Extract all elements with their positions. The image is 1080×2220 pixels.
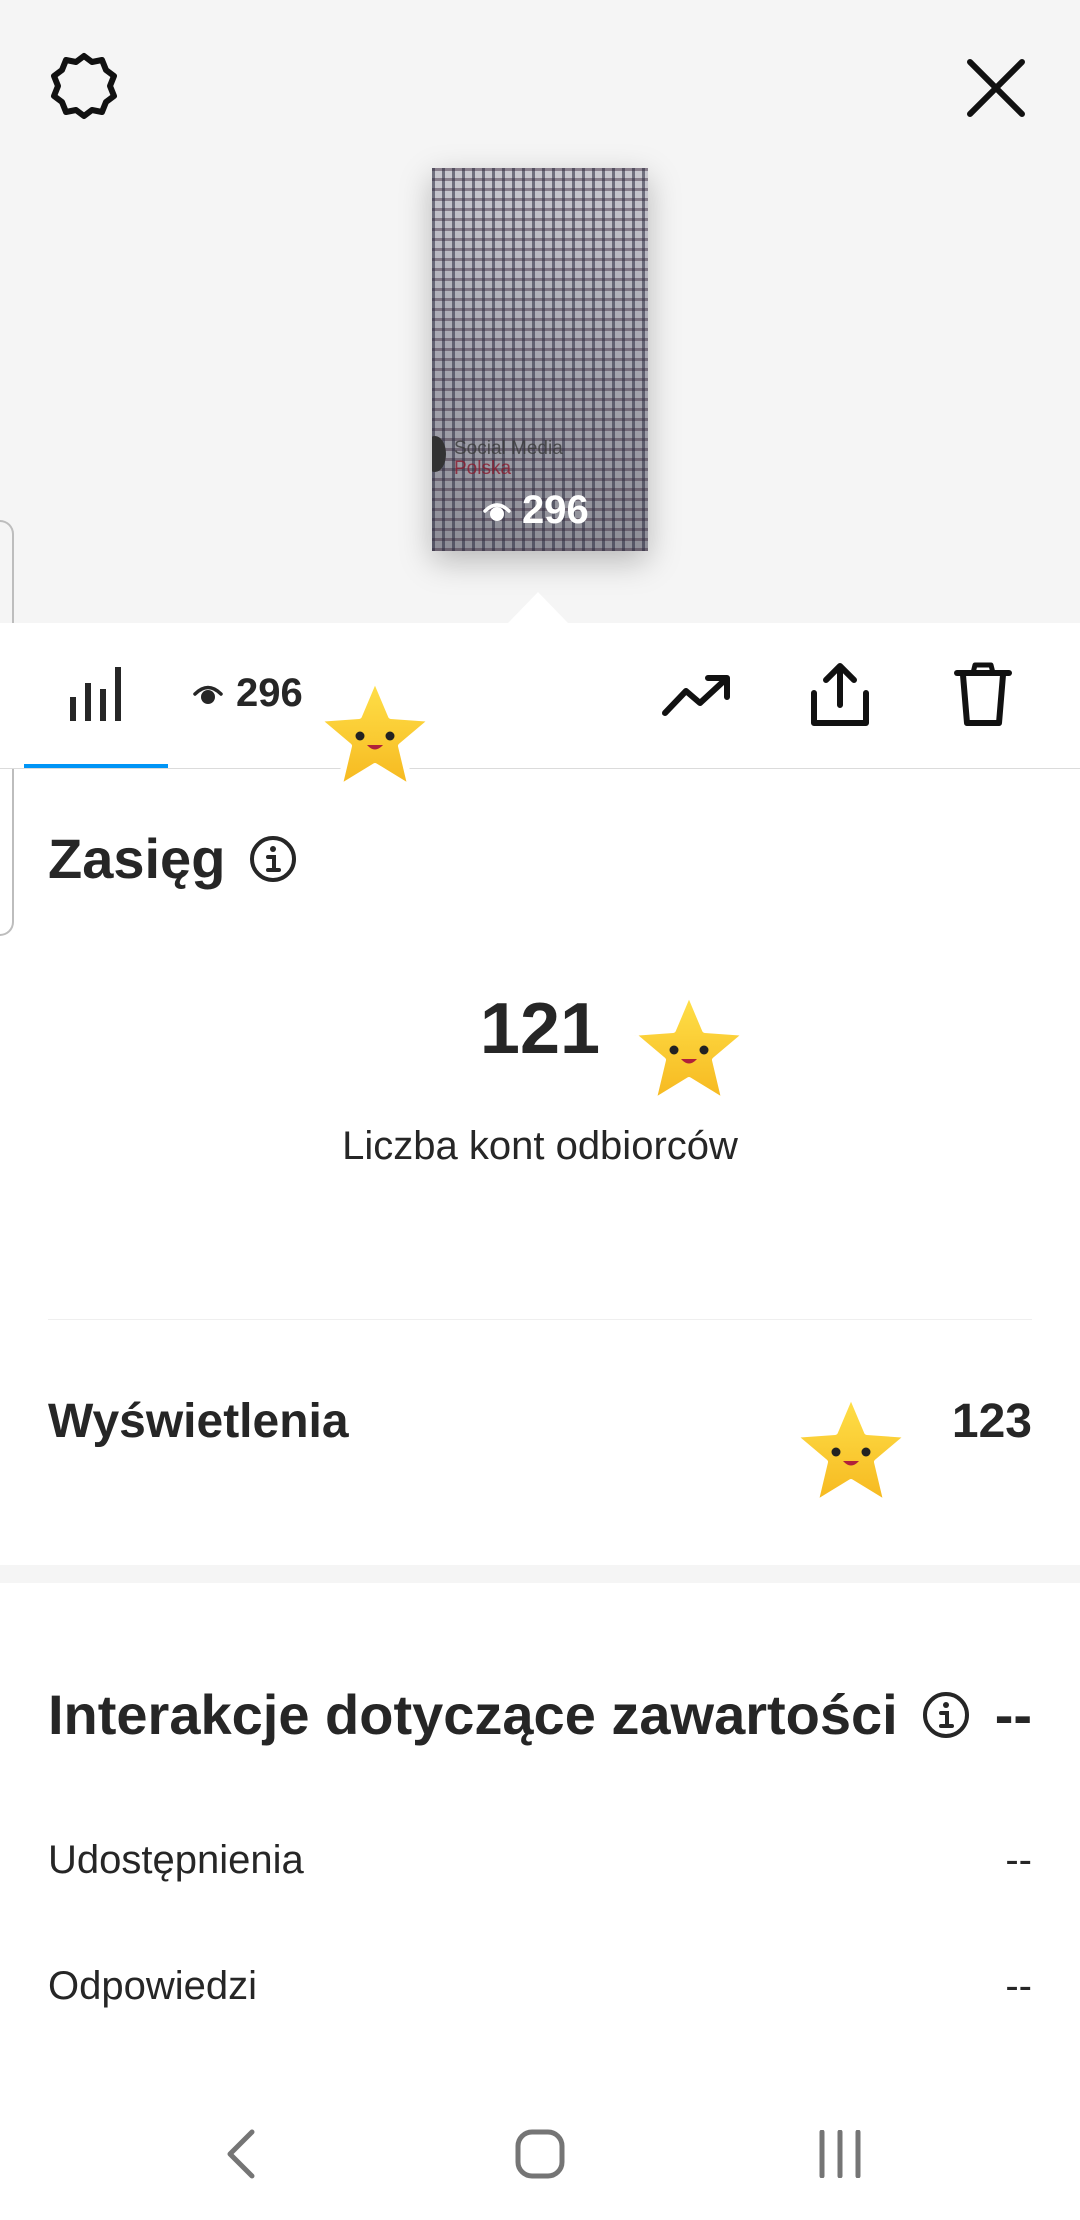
interactions-total: -- bbox=[994, 1683, 1032, 1746]
eye-icon bbox=[193, 685, 223, 704]
info-icon[interactable] bbox=[922, 1691, 970, 1739]
trash-icon bbox=[954, 662, 1012, 726]
insights-toolbar: 296 bbox=[0, 623, 1080, 769]
bar-chart-icon bbox=[70, 667, 121, 721]
thumbnail-brand-line1: Social Media bbox=[454, 438, 563, 459]
promote-button[interactable] bbox=[652, 653, 742, 737]
divider bbox=[48, 1319, 1032, 1320]
brand-logo bbox=[432, 436, 446, 472]
trending-icon bbox=[662, 675, 730, 716]
recents-icon bbox=[819, 2130, 861, 2178]
interactions-title-text: Interakcje dotyczące zawartości bbox=[48, 1683, 898, 1746]
interactions-title: Interakcje dotyczące zawartości -- bbox=[48, 1682, 1032, 1747]
gear-icon bbox=[51, 53, 117, 119]
reach-value: 121 bbox=[479, 989, 601, 1069]
share-button[interactable] bbox=[796, 649, 884, 739]
impressions-value: 123 bbox=[951, 1395, 1032, 1448]
close-button[interactable] bbox=[952, 44, 1040, 132]
info-icon[interactable] bbox=[249, 835, 297, 883]
system-nav-bar bbox=[0, 2078, 1080, 2220]
home-icon bbox=[515, 2129, 565, 2179]
replies-value: -- bbox=[1005, 1964, 1032, 2008]
selection-pointer bbox=[508, 592, 568, 623]
replies-label: Odpowiedzi bbox=[48, 1964, 258, 2008]
share-icon bbox=[811, 663, 869, 726]
story-thumbnail[interactable]: Social Media Polska 296 bbox=[432, 168, 648, 551]
reach-title-text: Zasięg bbox=[48, 827, 226, 890]
star-sticker-icon bbox=[790, 1391, 912, 1507]
reach-title: Zasięg bbox=[48, 826, 297, 891]
recents-button[interactable] bbox=[800, 2118, 880, 2190]
thumbnail-view-count-value: 296 bbox=[522, 488, 589, 532]
star-sticker-icon bbox=[628, 989, 750, 1105]
thumbnail-brand-line2: Polska bbox=[454, 458, 512, 479]
reach-caption: Liczba kont odbiorców bbox=[342, 1124, 738, 1168]
star-sticker-icon bbox=[314, 675, 436, 791]
impressions-label: Wyświetlenia bbox=[48, 1395, 349, 1448]
back-icon bbox=[227, 2129, 255, 2179]
viewers-tab[interactable]: 296 bbox=[192, 671, 303, 716]
shares-value: -- bbox=[1005, 1838, 1032, 1882]
eye-icon bbox=[483, 502, 511, 521]
home-button[interactable] bbox=[500, 2118, 580, 2190]
active-tab-indicator bbox=[24, 764, 168, 768]
settings-button[interactable] bbox=[44, 46, 124, 126]
section-gap bbox=[0, 1565, 1080, 1583]
shares-label: Udostępnienia bbox=[48, 1838, 304, 1882]
thumbnail-view-count: 296 bbox=[482, 488, 589, 533]
back-button[interactable] bbox=[200, 2118, 280, 2190]
close-icon bbox=[967, 59, 1025, 117]
delete-button[interactable] bbox=[938, 649, 1028, 739]
insights-tab[interactable] bbox=[40, 643, 150, 743]
viewers-count: 296 bbox=[236, 671, 303, 715]
